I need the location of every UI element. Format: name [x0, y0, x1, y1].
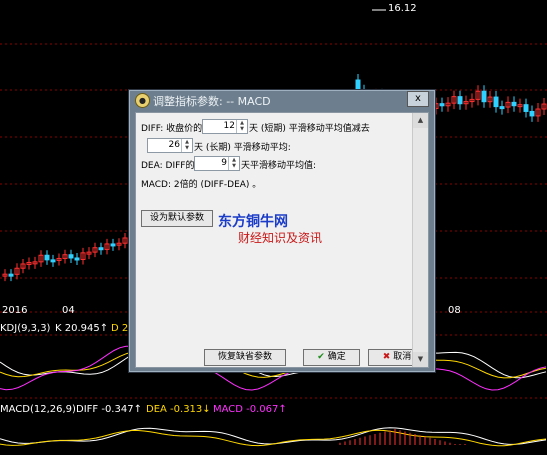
- dialog-title: 调整指标参数: -- MACD: [153, 95, 271, 108]
- long-period-text: 天 (长期) 平滑移动平均:: [194, 143, 291, 153]
- candle-body: [493, 96, 499, 108]
- close-button[interactable]: x: [407, 91, 429, 107]
- dea-period-text: 天平滑移动平均值:: [241, 161, 317, 171]
- candle-body: [44, 254, 50, 261]
- checkmark-icon: ✔: [317, 352, 325, 362]
- candle-body: [68, 254, 74, 259]
- long-period-value: 26: [168, 140, 180, 150]
- diff-label: DIFF: 收盘价的: [141, 124, 203, 134]
- dea-period-stepper[interactable]: 9 ▲ ▼: [194, 156, 240, 171]
- macd-diff-line: [0, 427, 547, 445]
- watermark-tagline: 财经知识及资讯: [238, 231, 323, 245]
- app-icon: ●: [135, 93, 150, 108]
- spinner-arrows-icon[interactable]: ▲ ▼: [228, 157, 239, 170]
- candle-body: [481, 90, 487, 103]
- set-default-button[interactable]: 设为默认参数: [141, 210, 213, 227]
- candle-body: [110, 243, 116, 247]
- cancel-label: 取消: [393, 352, 412, 362]
- dea-period-value: 9: [221, 158, 227, 168]
- ok-label: 确定: [327, 352, 346, 362]
- candle-body: [50, 259, 56, 263]
- price-high-label: 16.12: [388, 3, 417, 14]
- date-label-08: 08: [448, 305, 461, 316]
- cancel-x-icon: ✖: [382, 352, 391, 362]
- candle-body: [74, 257, 80, 261]
- short-period-text: 天 (短期) 平滑移动平均值减去: [249, 124, 370, 134]
- macd-value: MACD -0.067↑: [213, 404, 287, 415]
- date-label-04: 04: [62, 305, 75, 316]
- macd-dea-value: DEA -0.313↓: [146, 404, 211, 415]
- ok-button[interactable]: ✔ 确定: [303, 349, 360, 366]
- dea-label: DEA: DIFF的: [141, 161, 195, 171]
- long-period-stepper[interactable]: 26 ▲ ▼: [147, 138, 193, 153]
- short-period-value: 12: [223, 121, 235, 131]
- macd-formula: MACD: 2倍的 (DIFF-DEA) 。: [141, 180, 262, 190]
- restore-default-button[interactable]: 恢复缺省参数: [204, 349, 286, 366]
- candle-body: [8, 273, 14, 277]
- macd-diff-value: DIFF -0.347↑: [76, 404, 142, 415]
- kdj-k-value: K 20.945↑: [55, 323, 109, 334]
- candle-body: [439, 103, 445, 107]
- candle-body: [529, 110, 535, 117]
- scroll-up-icon[interactable]: ▲: [413, 113, 428, 128]
- spinner-arrows-icon[interactable]: ▲ ▼: [181, 139, 192, 152]
- watermark-site-name: 东方铜牛网: [218, 214, 288, 230]
- candle-body: [98, 247, 104, 251]
- candle-body: [511, 101, 517, 107]
- kdj-indicator-label: KDJ(9,3,3): [0, 323, 51, 334]
- candle-body: [499, 106, 505, 110]
- vertical-scrollbar[interactable]: ▲ ▼: [412, 113, 428, 367]
- candle-body: [523, 104, 529, 112]
- macd-indicator-label: MACD(12,26,9): [0, 404, 76, 415]
- candle-body: [457, 96, 463, 105]
- scroll-down-icon[interactable]: ▼: [413, 352, 428, 367]
- date-label-year: 2016: [2, 305, 28, 316]
- dialog-titlebar[interactable]: ● 调整指标参数: -- MACD x: [129, 90, 435, 110]
- spinner-arrows-icon[interactable]: ▲ ▼: [236, 120, 247, 133]
- short-period-stepper[interactable]: 12 ▲ ▼: [202, 119, 248, 134]
